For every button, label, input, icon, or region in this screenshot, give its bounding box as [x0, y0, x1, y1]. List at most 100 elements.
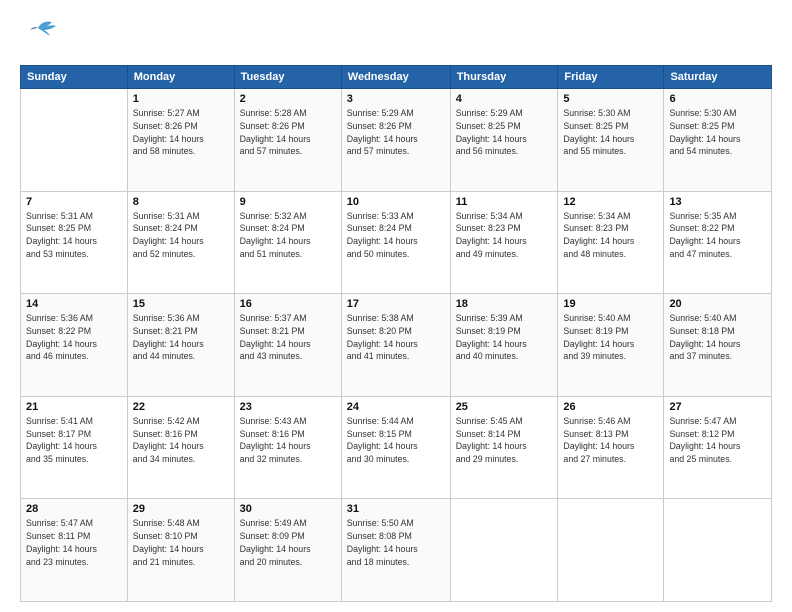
cell-date-number: 12 [563, 196, 658, 208]
cell-info-text: Sunrise: 5:31 AM Sunset: 8:24 PM Dayligh… [133, 210, 229, 261]
calendar-week-row: 7Sunrise: 5:31 AM Sunset: 8:25 PM Daylig… [21, 191, 772, 294]
calendar-cell: 22Sunrise: 5:42 AM Sunset: 8:16 PM Dayli… [127, 396, 234, 499]
cell-info-text: Sunrise: 5:30 AM Sunset: 8:25 PM Dayligh… [563, 107, 658, 158]
calendar-cell: 16 Sunrise: 5:37 AM Sunset: 8:21 PM Dayli… [234, 294, 341, 397]
cell-date-number: 26 [563, 401, 658, 413]
cell-info-text: Sunrise: 5:49 AM Sunset: 8:09 PM Dayligh… [240, 517, 336, 568]
calendar-week-row: 21 Sunrise: 5:41 AM Sunset: 8:17 PM Dayli… [21, 396, 772, 499]
calendar-cell: 11 Sunrise: 5:34 AM Sunset: 8:23 PM Dayli… [450, 191, 558, 294]
calendar-cell: 20 Sunrise: 5:40 AM Sunset: 8:18 PM Dayli… [664, 294, 772, 397]
cell-date-number: 21 [26, 401, 122, 413]
cell-date-number: 20 [669, 298, 766, 310]
calendar-cell: 30 Sunrise: 5:49 AM Sunset: 8:09 PM Dayli… [234, 499, 341, 602]
cell-info-text: Sunrise: 5:32 AM Sunset: 8:24 PM Dayligh… [240, 210, 336, 261]
cell-info-text: Sunrise: 5:33 AM Sunset: 8:24 PM Dayligh… [347, 210, 445, 261]
calendar-cell: 8 Sunrise: 5:31 AM Sunset: 8:24 PM Daylig… [127, 191, 234, 294]
calendar-cell: 13 Sunrise: 5:35 AM Sunset: 8:22 PM Dayli… [664, 191, 772, 294]
cell-info-text: Sunrise: 5:27 AM Sunset: 8:26 PM Dayligh… [133, 107, 229, 158]
cell-date-number: 11 [456, 196, 553, 208]
calendar-cell: 9Sunrise: 5:32 AM Sunset: 8:24 PM Daylig… [234, 191, 341, 294]
cell-info-text: Sunrise: 5:29 AM Sunset: 8:25 PM Dayligh… [456, 107, 553, 158]
calendar-cell: 2Sunrise: 5:28 AM Sunset: 8:26 PM Daylig… [234, 89, 341, 192]
weekday-header: Sunday [21, 66, 128, 89]
cell-info-text: Sunrise: 5:41 AM Sunset: 8:17 PM Dayligh… [26, 415, 122, 466]
cell-date-number: 4 [456, 93, 553, 105]
cell-date-number: 30 [240, 503, 336, 515]
cell-info-text: Sunrise: 5:29 AM Sunset: 8:26 PM Dayligh… [347, 107, 445, 158]
calendar-cell [558, 499, 664, 602]
cell-info-text: Sunrise: 5:40 AM Sunset: 8:18 PM Dayligh… [669, 312, 766, 363]
cell-date-number: 24 [347, 401, 445, 413]
calendar-cell: 31Sunrise: 5:50 AM Sunset: 8:08 PM Dayli… [341, 499, 450, 602]
logo-icon [20, 18, 58, 50]
calendar-cell: 27 Sunrise: 5:47 AM Sunset: 8:12 PM Dayli… [664, 396, 772, 499]
calendar-cell: 1 Sunrise: 5:27 AM Sunset: 8:26 PM Daylig… [127, 89, 234, 192]
cell-info-text: Sunrise: 5:45 AM Sunset: 8:14 PM Dayligh… [456, 415, 553, 466]
calendar-cell: 24 Sunrise: 5:44 AM Sunset: 8:15 PM Dayli… [341, 396, 450, 499]
calendar-cell: 18 Sunrise: 5:39 AM Sunset: 8:19 PM Dayli… [450, 294, 558, 397]
cell-date-number: 3 [347, 93, 445, 105]
calendar-cell: 21 Sunrise: 5:41 AM Sunset: 8:17 PM Dayli… [21, 396, 128, 499]
calendar-cell: 4 Sunrise: 5:29 AM Sunset: 8:25 PM Daylig… [450, 89, 558, 192]
calendar-week-row: 14Sunrise: 5:36 AM Sunset: 8:22 PM Dayli… [21, 294, 772, 397]
cell-info-text: Sunrise: 5:31 AM Sunset: 8:25 PM Dayligh… [26, 210, 122, 261]
calendar-cell: 14Sunrise: 5:36 AM Sunset: 8:22 PM Dayli… [21, 294, 128, 397]
cell-info-text: Sunrise: 5:34 AM Sunset: 8:23 PM Dayligh… [456, 210, 553, 261]
cell-info-text: Sunrise: 5:38 AM Sunset: 8:20 PM Dayligh… [347, 312, 445, 363]
cell-date-number: 27 [669, 401, 766, 413]
weekday-header: Friday [558, 66, 664, 89]
calendar-cell: 23 Sunrise: 5:43 AM Sunset: 8:16 PM Dayli… [234, 396, 341, 499]
cell-date-number: 5 [563, 93, 658, 105]
cell-date-number: 22 [133, 401, 229, 413]
calendar-cell: 7Sunrise: 5:31 AM Sunset: 8:25 PM Daylig… [21, 191, 128, 294]
weekday-header: Tuesday [234, 66, 341, 89]
cell-date-number: 8 [133, 196, 229, 208]
cell-info-text: Sunrise: 5:35 AM Sunset: 8:22 PM Dayligh… [669, 210, 766, 261]
cell-info-text: Sunrise: 5:47 AM Sunset: 8:11 PM Dayligh… [26, 517, 122, 568]
cell-date-number: 16 [240, 298, 336, 310]
calendar-week-row: 28Sunrise: 5:47 AM Sunset: 8:11 PM Dayli… [21, 499, 772, 602]
calendar-body: 1 Sunrise: 5:27 AM Sunset: 8:26 PM Daylig… [21, 89, 772, 602]
cell-info-text: Sunrise: 5:43 AM Sunset: 8:16 PM Dayligh… [240, 415, 336, 466]
calendar-cell [664, 499, 772, 602]
calendar-cell [450, 499, 558, 602]
cell-date-number: 15 [133, 298, 229, 310]
calendar-cell: 19Sunrise: 5:40 AM Sunset: 8:19 PM Dayli… [558, 294, 664, 397]
calendar-week-row: 1 Sunrise: 5:27 AM Sunset: 8:26 PM Daylig… [21, 89, 772, 192]
cell-date-number: 23 [240, 401, 336, 413]
calendar-cell: 25 Sunrise: 5:45 AM Sunset: 8:14 PM Dayli… [450, 396, 558, 499]
calendar-cell: 17 Sunrise: 5:38 AM Sunset: 8:20 PM Dayli… [341, 294, 450, 397]
cell-date-number: 6 [669, 93, 766, 105]
weekday-header: Monday [127, 66, 234, 89]
weekday-header: Wednesday [341, 66, 450, 89]
calendar-cell: 6 Sunrise: 5:30 AM Sunset: 8:25 PM Daylig… [664, 89, 772, 192]
cell-date-number: 13 [669, 196, 766, 208]
cell-info-text: Sunrise: 5:36 AM Sunset: 8:21 PM Dayligh… [133, 312, 229, 363]
cell-date-number: 2 [240, 93, 336, 105]
cell-info-text: Sunrise: 5:30 AM Sunset: 8:25 PM Dayligh… [669, 107, 766, 158]
cell-info-text: Sunrise: 5:50 AM Sunset: 8:08 PM Dayligh… [347, 517, 445, 568]
cell-info-text: Sunrise: 5:47 AM Sunset: 8:12 PM Dayligh… [669, 415, 766, 466]
cell-date-number: 10 [347, 196, 445, 208]
calendar-table: SundayMondayTuesdayWednesdayThursdayFrid… [20, 65, 772, 602]
cell-info-text: Sunrise: 5:46 AM Sunset: 8:13 PM Dayligh… [563, 415, 658, 466]
calendar-cell: 15 Sunrise: 5:36 AM Sunset: 8:21 PM Dayli… [127, 294, 234, 397]
cell-info-text: Sunrise: 5:48 AM Sunset: 8:10 PM Dayligh… [133, 517, 229, 568]
cell-info-text: Sunrise: 5:40 AM Sunset: 8:19 PM Dayligh… [563, 312, 658, 363]
cell-date-number: 1 [133, 93, 229, 105]
cell-info-text: Sunrise: 5:39 AM Sunset: 8:19 PM Dayligh… [456, 312, 553, 363]
cell-date-number: 29 [133, 503, 229, 515]
cell-info-text: Sunrise: 5:34 AM Sunset: 8:23 PM Dayligh… [563, 210, 658, 261]
cell-date-number: 14 [26, 298, 122, 310]
cell-date-number: 17 [347, 298, 445, 310]
calendar-cell: 5 Sunrise: 5:30 AM Sunset: 8:25 PM Daylig… [558, 89, 664, 192]
cell-info-text: Sunrise: 5:44 AM Sunset: 8:15 PM Dayligh… [347, 415, 445, 466]
cell-info-text: Sunrise: 5:37 AM Sunset: 8:21 PM Dayligh… [240, 312, 336, 363]
cell-date-number: 25 [456, 401, 553, 413]
calendar-cell [21, 89, 128, 192]
header [20, 18, 772, 55]
calendar-cell: 29 Sunrise: 5:48 AM Sunset: 8:10 PM Dayli… [127, 499, 234, 602]
calendar-cell: 3 Sunrise: 5:29 AM Sunset: 8:26 PM Daylig… [341, 89, 450, 192]
logo [20, 18, 62, 55]
cell-date-number: 18 [456, 298, 553, 310]
